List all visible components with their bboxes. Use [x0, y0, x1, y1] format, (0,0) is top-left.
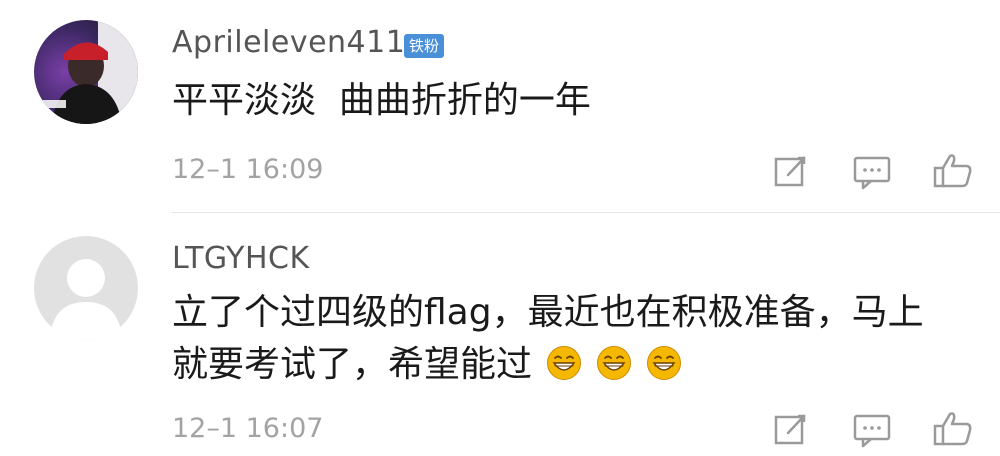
thumbs-up-icon[interactable]	[930, 406, 976, 452]
avatar[interactable]	[34, 236, 138, 340]
comment-text: 立了个过四级的flag，最近也在积极准备，马上 就要考试了，希望能过	[172, 287, 972, 391]
grin-emoji	[596, 344, 632, 380]
comment-text-line-content: 就要考试了，希望能过	[172, 344, 533, 385]
comment-icon[interactable]	[849, 406, 895, 452]
comment-actions	[760, 406, 990, 452]
grin-emoji	[546, 344, 582, 380]
grin-emoji	[646, 344, 682, 380]
comment-text-line: 立了个过四级的flag，最近也在积极准备，马上	[172, 292, 924, 333]
comment-text: 平平淡淡 曲曲折折的一年	[172, 80, 591, 121]
comment-text-line: 就要考试了，希望能过	[172, 339, 972, 391]
comment-actions	[760, 148, 990, 194]
edit-icon[interactable]	[768, 148, 814, 194]
fan-badge: 铁粉	[404, 34, 444, 58]
username[interactable]: Aprileleven411	[172, 25, 405, 61]
thumbs-up-icon[interactable]	[930, 148, 976, 194]
avatar[interactable]	[34, 20, 138, 124]
timestamp: 12–1 16:09	[172, 154, 324, 185]
comment-icon[interactable]	[849, 148, 895, 194]
edit-icon[interactable]	[768, 406, 814, 452]
username[interactable]: LTGYHCK	[172, 241, 310, 277]
comment-item: LTGYHCK 立了个过四级的flag，最近也在积极准备，马上 就要考试了，希望…	[0, 213, 1000, 448]
comment-item: Aprileleven411 铁粉 平平淡淡 曲曲折折的一年 12–1 16:0…	[0, 0, 1000, 212]
timestamp: 12–1 16:07	[172, 413, 324, 444]
